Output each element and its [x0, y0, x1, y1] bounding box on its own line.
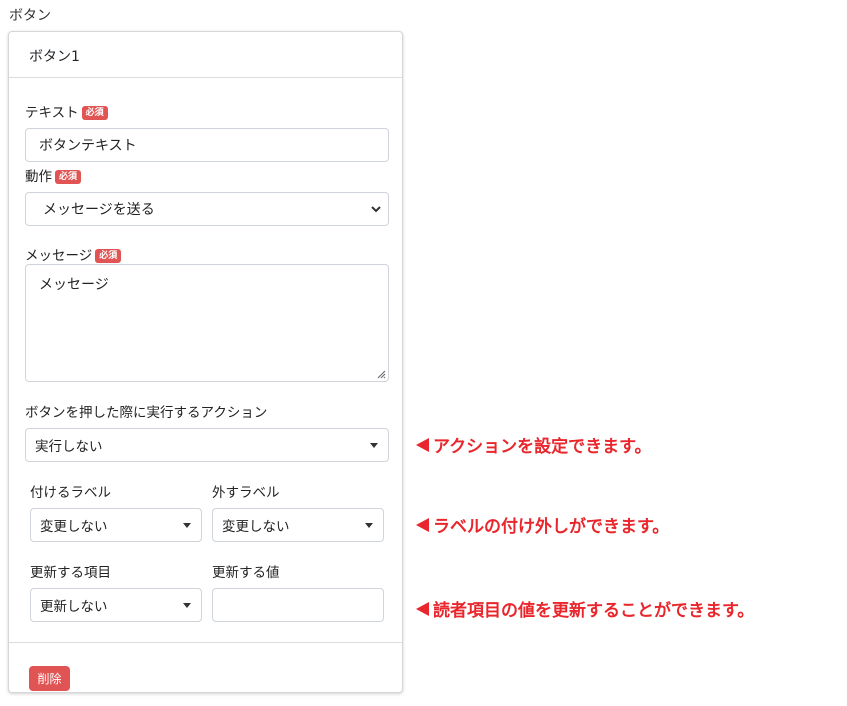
- press-action-select-value: 実行しない: [35, 439, 103, 455]
- add-label-select[interactable]: 変更しない: [30, 508, 202, 542]
- caret-down-icon: [183, 603, 191, 608]
- text-field-label-text: テキスト: [25, 105, 79, 121]
- text-input-value: ボタンテキスト: [39, 138, 137, 154]
- update-item-select[interactable]: 更新しない: [30, 588, 202, 622]
- caret-down-icon: [365, 523, 373, 528]
- button-settings-card: ボタン1 テキスト 必須 ボタンテキスト 動作 必須 メッセージを送る メッセージ必…: [8, 31, 403, 693]
- card-header: ボタン1: [9, 32, 402, 78]
- remove-label-label: 外すラベル: [212, 485, 280, 501]
- update-item-select-value: 更新しない: [40, 599, 108, 615]
- add-label-select-value: 変更しない: [40, 519, 108, 535]
- press-action-label: ボタンを押した際に実行するアクション: [25, 405, 268, 421]
- resize-handle-icon[interactable]: [377, 370, 386, 379]
- action-field-label-text: 動作: [25, 169, 52, 185]
- update-value-input[interactable]: [212, 588, 384, 622]
- chevron-down-icon: [371, 206, 381, 213]
- annotation-update-text: 読者項目の値を更新することができます。: [433, 601, 755, 621]
- press-action-select[interactable]: 実行しない: [25, 428, 389, 462]
- annotation-label-text: ラベルの付け外しができます。: [433, 517, 670, 537]
- annotation-update: 読者項目の値を更新することができます。: [416, 596, 754, 621]
- message-textarea-value: メッセージ: [39, 277, 109, 293]
- delete-button[interactable]: 削除: [29, 666, 70, 691]
- required-badge: 必須: [81, 106, 108, 120]
- required-badge: 必須: [55, 170, 82, 184]
- add-label-label: 付けるラベル: [30, 485, 111, 501]
- annotation-label: ラベルの付け外しができます。: [416, 512, 669, 537]
- left-arrow-icon: [416, 601, 429, 616]
- text-input[interactable]: ボタンテキスト: [25, 128, 389, 162]
- remove-label-select-value: 変更しない: [222, 519, 290, 535]
- text-field-label: テキスト 必須: [25, 101, 108, 121]
- card-title: ボタン1: [29, 49, 80, 65]
- message-textarea[interactable]: メッセージ: [25, 264, 389, 382]
- caret-down-icon: [183, 523, 191, 528]
- message-field-label-text: メッセージ: [25, 248, 93, 264]
- update-value-label: 更新する値: [212, 565, 280, 581]
- annotation-action: アクションを設定できます。: [416, 432, 651, 457]
- section-label: ボタン: [9, 8, 51, 24]
- action-field-label: 動作 必須: [25, 165, 82, 185]
- action-select-value: メッセージを送る: [43, 202, 155, 218]
- left-arrow-icon: [416, 437, 429, 452]
- left-arrow-icon: [416, 517, 429, 532]
- action-select[interactable]: メッセージを送る: [25, 192, 389, 226]
- caret-down-icon: [370, 443, 378, 448]
- card-footer: 削除: [9, 642, 402, 692]
- message-field-label: メッセージ 必須: [25, 244, 122, 264]
- required-badge: 必須: [95, 249, 122, 263]
- annotation-action-text: アクションを設定できます。: [433, 437, 652, 457]
- update-item-label: 更新する項目: [30, 565, 111, 581]
- remove-label-select[interactable]: 変更しない: [212, 508, 384, 542]
